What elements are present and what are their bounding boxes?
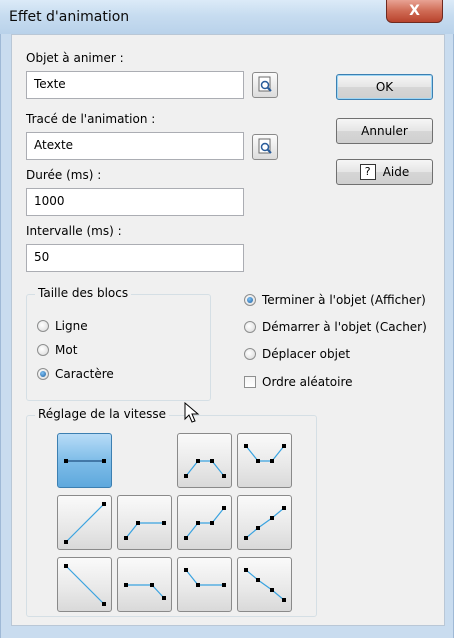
speed-constant-icon (64, 459, 106, 463)
trace-label: Tracé de l'animation : (26, 112, 156, 126)
radio-deplacer-label: Déplacer objet (262, 347, 351, 361)
window-frame: Objet à animer : Texte Tracé de l'animat… (0, 34, 454, 638)
mouse-cursor-icon (184, 402, 200, 423)
speed-linear-up-button[interactable] (57, 495, 112, 550)
radio-caractere-dot[interactable] (37, 368, 49, 380)
speed-ease-in-out-up-button[interactable] (177, 433, 232, 488)
speed-curve-icon (244, 506, 286, 540)
radio-terminer[interactable]: Terminer à l'objet (Afficher) (244, 293, 426, 307)
speed-step-up-2-button[interactable] (177, 495, 232, 550)
magnifier-icon (258, 76, 272, 92)
speed-curve-icon (64, 502, 106, 544)
speed-curve-icon (124, 583, 166, 600)
speed-step-up-3-button[interactable] (237, 495, 292, 550)
radio-caractere-label: Caractère (55, 367, 114, 381)
speed-curve-icon (244, 444, 286, 463)
speed-curve-icon (244, 568, 286, 602)
magnifier-icon (258, 138, 272, 154)
close-button[interactable]: X (386, 0, 443, 23)
radio-ligne-dot[interactable] (37, 320, 49, 332)
ok-button[interactable]: OK (336, 74, 433, 100)
speed-curve-icon (64, 564, 106, 606)
objet-browse-button[interactable] (252, 72, 278, 98)
duree-label: Durée (ms) : (26, 168, 102, 182)
radio-ligne[interactable]: Ligne (37, 319, 88, 333)
radio-demarrer-label: Démarrer à l'objet (Cacher) (262, 320, 427, 334)
trace-browse-button[interactable] (252, 134, 278, 160)
dialog-body: Objet à animer : Texte Tracé de l'animat… (11, 34, 445, 626)
taille-blocs-group: Taille des blocs Ligne Mot Caractère (26, 286, 211, 401)
trace-field[interactable]: Atexte (26, 132, 244, 160)
speed-step-down-3-button[interactable] (237, 557, 292, 612)
radio-demarrer-dot[interactable] (244, 321, 256, 333)
speed-step-down-2-button[interactable] (177, 557, 232, 612)
ordre-aleatoire-label: Ordre aléatoire (262, 375, 353, 389)
objet-label: Objet à animer : (26, 51, 124, 65)
close-icon: X (409, 3, 420, 19)
speed-curve-icon (124, 521, 166, 540)
ordre-aleatoire-box[interactable] (244, 376, 256, 388)
help-icon: ? (359, 164, 376, 180)
speed-step-up-1-button[interactable] (117, 495, 172, 550)
objet-field[interactable]: Texte (26, 71, 244, 99)
radio-mot[interactable]: Mot (37, 343, 77, 357)
radio-mot-dot[interactable] (37, 344, 49, 356)
speed-linear-down-button[interactable] (57, 557, 112, 612)
aide-button[interactable]: ? Aide (336, 159, 433, 185)
radio-terminer-dot[interactable] (244, 294, 256, 306)
title-bar[interactable]: Effet d'animation X (0, 0, 454, 35)
aide-label: Aide (382, 165, 410, 179)
speed-constant-button[interactable] (57, 433, 112, 488)
speed-step-down-1-button[interactable] (117, 557, 172, 612)
intervalle-field[interactable]: 50 (26, 244, 244, 272)
speed-curve-icon (184, 568, 226, 587)
radio-ligne-label: Ligne (55, 319, 88, 333)
speed-curve-icon (184, 459, 226, 478)
ordre-aleatoire-checkbox[interactable]: Ordre aléatoire (244, 375, 353, 389)
vitesse-title: Réglage de la vitesse (35, 407, 170, 421)
annuler-button[interactable]: Annuler (336, 118, 433, 144)
radio-caractere[interactable]: Caractère (37, 367, 114, 381)
radio-deplacer[interactable]: Déplacer objet (244, 347, 350, 361)
speed-curve-icon (184, 506, 226, 540)
speed-ease-in-out-down-button[interactable] (237, 433, 292, 488)
window-title: Effet d'animation (9, 9, 130, 25)
intervalle-label: Intervalle (ms) : (26, 224, 122, 238)
radio-terminer-label: Terminer à l'objet (Afficher) (262, 293, 426, 307)
duree-field[interactable]: 1000 (26, 188, 244, 216)
radio-deplacer-dot[interactable] (244, 348, 256, 360)
taille-blocs-title: Taille des blocs (35, 286, 132, 300)
radio-demarrer[interactable]: Démarrer à l'objet (Cacher) (244, 320, 427, 334)
radio-mot-label: Mot (55, 343, 78, 357)
